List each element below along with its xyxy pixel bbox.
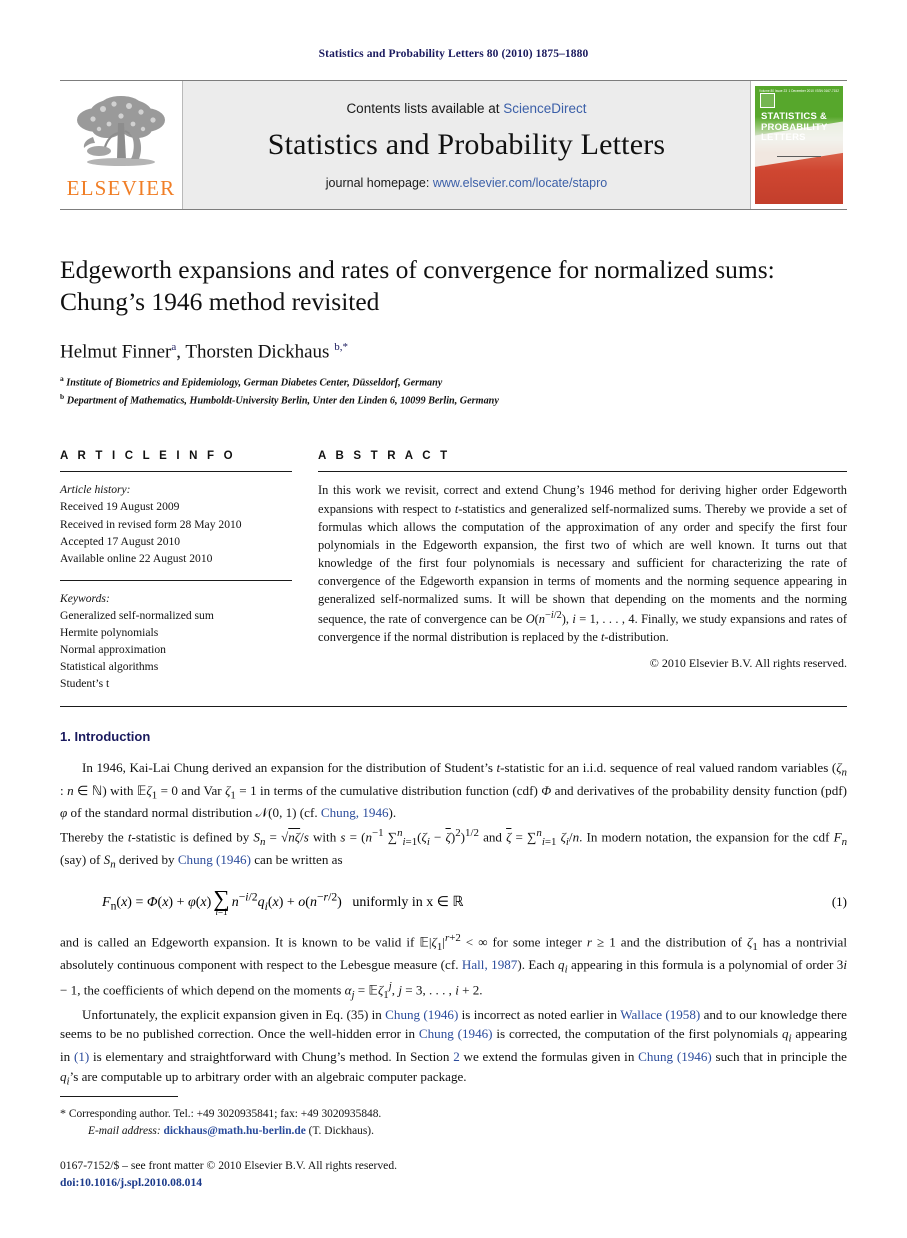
elsevier-tree-icon (77, 96, 165, 166)
paragraph-intro-2: and is called an Edgeworth expansion. It… (60, 931, 848, 1001)
journal-center-panel: Contents lists available at ScienceDirec… (183, 81, 750, 209)
paragraph-intro-1-cont: Thereby the t-statistic is defined by Sn… (60, 826, 848, 871)
history-label: Article history: (60, 483, 131, 497)
journal-homepage-link[interactable]: www.elsevier.com/locate/stapro (433, 176, 607, 190)
equation-1-qualifier: uniformly in x ∈ ℝ (352, 894, 464, 910)
paragraph-intro-1: In 1946, Kai-Lai Chung derived an expans… (60, 759, 847, 821)
author-list: Helmut Finnera, Thorsten Dickhaus b,* (60, 340, 348, 363)
email-label: E-mail address: (88, 1125, 161, 1138)
cover-title: STATISTICS & PROBABILITY LETTERS (761, 111, 828, 144)
keywords-divider (60, 579, 292, 581)
abstract-copyright: © 2010 Elsevier B.V. All rights reserved… (649, 655, 847, 670)
article-info-column: A R T I C L E I N F O Article history: R… (60, 450, 292, 691)
equation-1-number: (1) (831, 894, 847, 910)
keyword-item: Student’s t (60, 676, 110, 690)
footnote-rule (60, 1096, 178, 1098)
elsevier-logo: ELSEVIER (60, 81, 183, 209)
affiliation-b: b Department of Mathematics, Humboldt-Un… (60, 391, 499, 407)
history-item: Received 19 August 2009 (60, 500, 180, 514)
title-block: Edgeworth expansions and rates of conver… (60, 254, 847, 408)
issn-copyright-block: 0167-7152/$ – see front matter © 2010 El… (60, 1158, 847, 1192)
keywords-list: Keywords: Generalized self-normalized su… (60, 590, 292, 692)
article-history: Article history: Received 19 August 2009… (60, 481, 292, 566)
affiliation-a: a Institute of Biometrics and Epidemiolo… (60, 374, 443, 389)
cover-divider (777, 156, 821, 157)
section-title-introduction[interactable]: 1. Introduction (60, 729, 847, 744)
abstract-divider (318, 471, 847, 473)
keywords-label: Keywords: (60, 591, 110, 605)
journal-masthead: ELSEVIER Contents lists available at Sci… (60, 80, 847, 210)
introduction-section: 1. Introduction In 1946, Kai-Lai Chung d… (60, 729, 847, 1089)
email-link[interactable]: dickhaus@math.hu-berlin.de (164, 1125, 306, 1137)
cover-date: 1 December 2010 (788, 89, 814, 93)
abstract-text: In this work we revisit, correct and ext… (318, 483, 847, 645)
email-owner: (T. Dickhaus). (308, 1125, 374, 1138)
cover-issn: ISSN 0167-7152 (815, 89, 839, 93)
paragraph-intro-3: Unfortunately, the explicit expansion gi… (60, 1007, 847, 1088)
equation-1: Fn(x) = Φ(x) + φ(x) ∑ i=1 n−i/2qi(x) + o(n−… (60, 885, 847, 917)
keyword-item: Normal approximation (60, 642, 166, 656)
running-head: Statistics and Probability Letters 80 (2… (318, 48, 589, 60)
affiliations: a Institute of Biometrics and Epidemiolo… (60, 373, 847, 408)
history-item: Accepted 17 August 2010 (60, 534, 181, 548)
info-abstract-row: A R T I C L E I N F O Article history: R… (60, 450, 847, 691)
corresponding-author-note: * Corresponding author. Tel.: +49 302093… (60, 1104, 847, 1123)
history-item: Available online 22 August 2010 (60, 551, 213, 565)
issn-line: 0167-7152/$ – see front matter © 2010 El… (60, 1159, 398, 1173)
page-footnotes: * Corresponding author. Tel.: +49 302093… (60, 1096, 847, 1192)
abstract-column: A B S T R A C T In this work we revisit,… (318, 450, 847, 691)
page-title: Edgeworth expansions and rates of conver… (60, 255, 775, 317)
equation-1-body: Fn(x) = Φ(x) + φ(x) ∑ i=1 n−i/2qi(x) + o(n−… (102, 885, 464, 917)
footnote-star-marker: * (60, 1106, 66, 1121)
journal-homepage-line: journal homepage: www.elsevier.com/locat… (326, 176, 607, 190)
info-divider (60, 471, 292, 473)
homepage-prefix: journal homepage: (325, 175, 433, 190)
contents-prefix: Contents lists available at (346, 100, 504, 116)
journal-title: Statistics and Probability Letters (267, 127, 666, 161)
sciencedirect-link[interactable]: ScienceDirect (503, 101, 586, 116)
abstract-heading: A B S T R A C T (318, 450, 451, 463)
article-page: Statistics and Probability Letters 80 (2… (0, 0, 907, 1238)
corresponding-author-text: Corresponding author. Tel.: +49 30209358… (68, 1108, 382, 1121)
abstract-bottom-rule (60, 705, 847, 707)
elsevier-wordmark: ELSEVIER (66, 176, 176, 200)
keyword-item: Generalized self-normalized sum (60, 608, 214, 622)
keyword-item: Statistical algorithms (60, 659, 159, 673)
summation-symbol: ∑ i=1 (213, 885, 230, 917)
keyword-item: Hermite polynomials (60, 625, 159, 639)
cover-art: Volume 80 Issue 23 1 December 2010 ISSN … (755, 86, 843, 204)
cover-publisher-icon (760, 93, 775, 108)
affiliation-b-text: Department of Mathematics, Humboldt-Univ… (66, 395, 499, 407)
doi-link[interactable]: doi:10.1016/j.spl.2010.08.014 (60, 1175, 847, 1192)
history-item: Received in revised form 28 May 2010 (60, 517, 242, 531)
journal-cover-thumbnail: Volume 80 Issue 23 1 December 2010 ISSN … (750, 81, 847, 209)
contents-available-line: Contents lists available at ScienceDirec… (346, 101, 586, 116)
email-note: E-mail address: dickhaus@math.hu-berlin.… (60, 1123, 847, 1140)
affiliation-a-text: Institute of Biometrics and Epidemiology… (66, 377, 443, 389)
article-info-heading: A R T I C L E I N F O (60, 450, 236, 463)
